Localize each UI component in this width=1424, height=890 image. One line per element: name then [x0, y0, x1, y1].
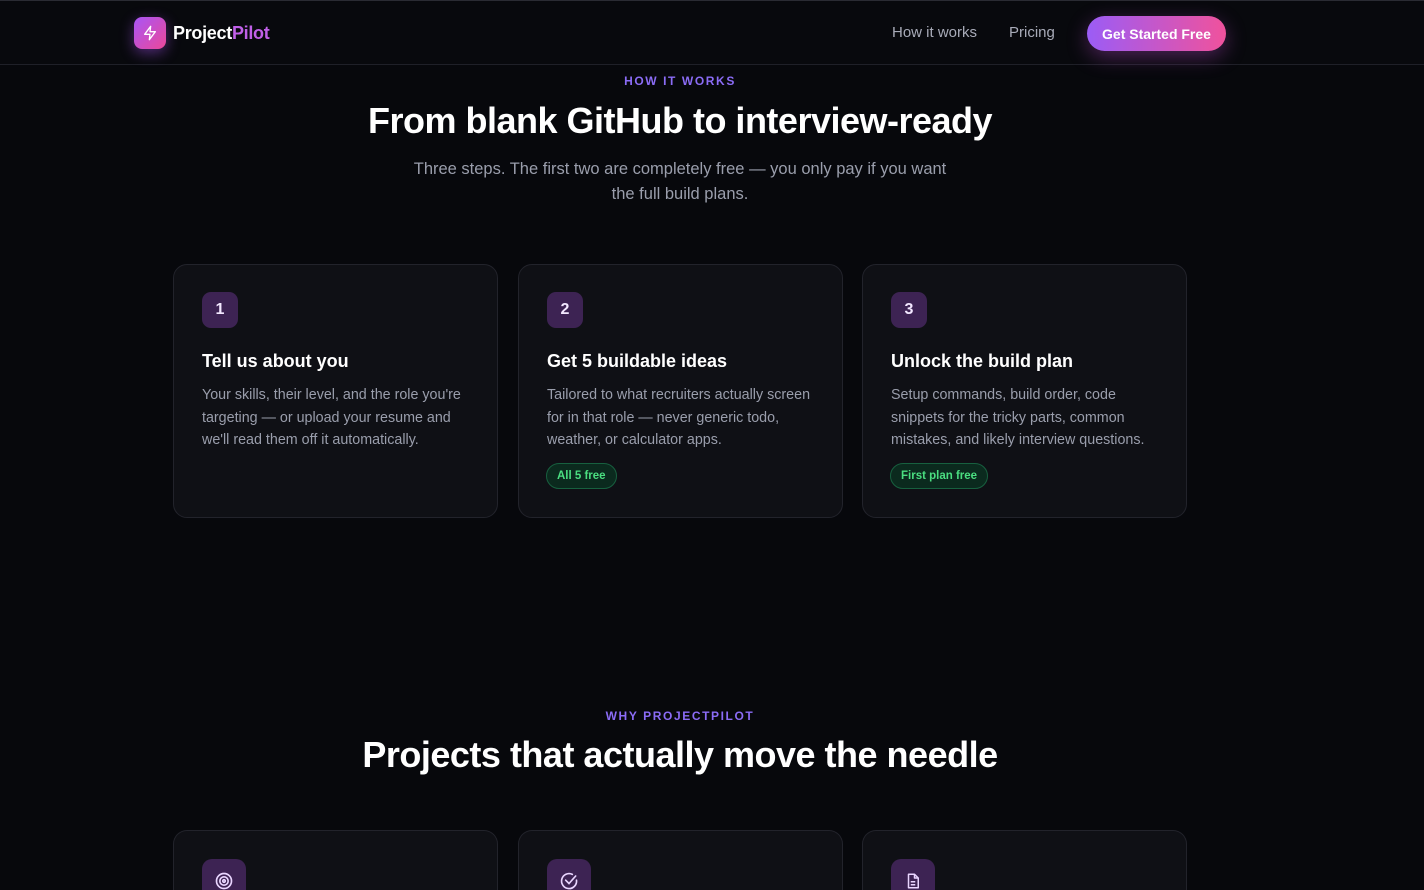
step-card-3: 3 Unlock the build plan Setup commands, … [862, 264, 1187, 518]
nav-link-how-it-works[interactable]: How it works [892, 24, 977, 41]
logo-text: ProjectPilot [173, 22, 270, 44]
document-icon [891, 859, 935, 890]
step-description: Tailored to what recruiters actually scr… [547, 387, 811, 448]
check-circle-icon [547, 859, 591, 890]
why-title: Projects that actually move the needle [362, 734, 998, 775]
step-description: Setup commands, build order, code snippe… [891, 387, 1145, 448]
why-eyebrow: WHY PROJECTPILOT [605, 709, 755, 723]
step-description: Your skills, their level, and the role y… [202, 387, 461, 448]
step-title: Unlock the build plan [891, 351, 1074, 371]
step-card-1: 1 Tell us about you Your skills, their l… [173, 264, 498, 518]
feature-card-2 [518, 830, 843, 890]
feature-card-3 [862, 830, 1187, 890]
logo-text-part2: Pilot [231, 22, 270, 43]
nav-link-pricing[interactable]: Pricing [1009, 24, 1055, 41]
step-number: 3 [891, 292, 927, 328]
step-title: Get 5 buildable ideas [547, 351, 728, 371]
get-started-button[interactable]: Get Started Free [1087, 16, 1226, 51]
lightning-icon [134, 17, 166, 49]
how-it-works-subtitle: Three steps. The first two are completel… [413, 160, 947, 203]
free-badge: First plan free [890, 463, 989, 489]
how-it-works-eyebrow: HOW IT WORKS [624, 74, 736, 88]
target-icon [202, 859, 246, 890]
step-number: 1 [202, 292, 238, 328]
how-it-works-title: From blank GitHub to interview-ready [367, 100, 993, 141]
step-number: 2 [547, 292, 583, 328]
free-badge: All 5 free [546, 463, 617, 489]
feature-card-1 [173, 830, 498, 890]
step-title: Tell us about you [202, 351, 349, 371]
logo[interactable]: ProjectPilot [134, 17, 270, 49]
logo-text-part1: Project [173, 22, 232, 43]
step-card-2: 2 Get 5 buildable ideas Tailored to what… [518, 264, 843, 518]
top-navbar: ProjectPilot How it works Pricing Get St… [0, 0, 1424, 65]
